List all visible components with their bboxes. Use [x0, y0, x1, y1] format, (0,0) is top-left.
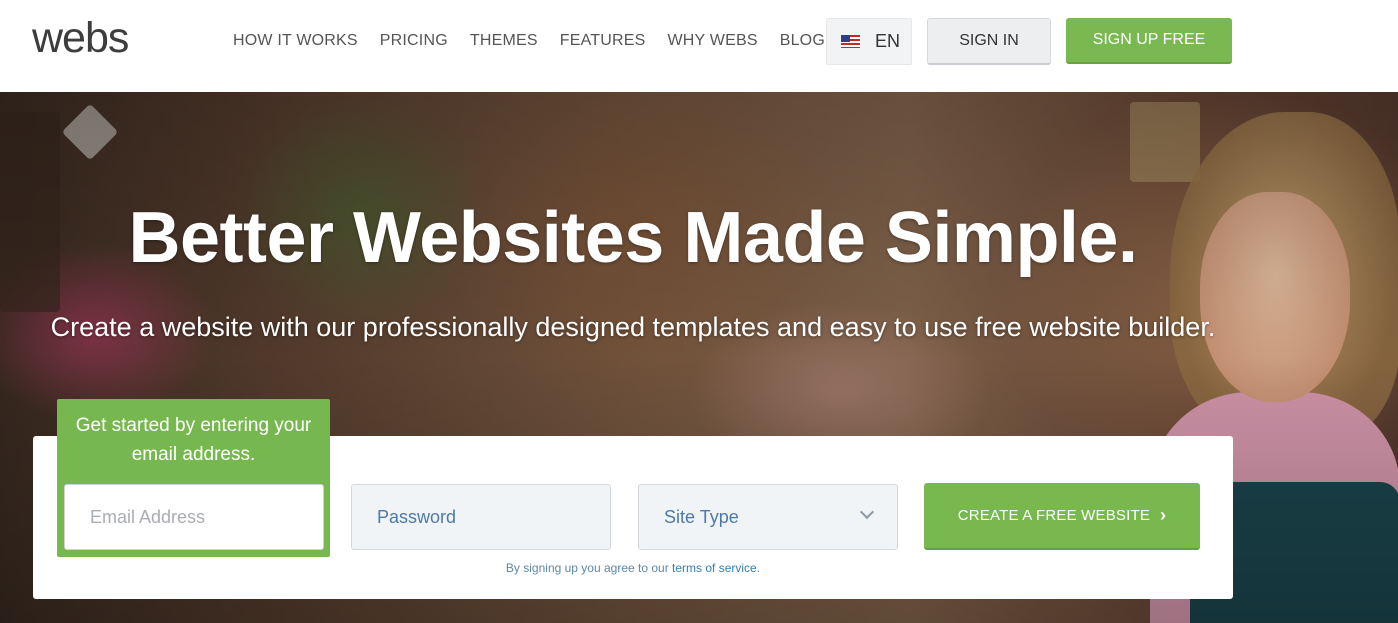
sign-up-free-button[interactable]: SIGN UP FREE — [1066, 18, 1232, 64]
nav-features[interactable]: FEATURES — [560, 32, 646, 50]
hero-banner: Better Websites Made Simple. Create a we… — [0, 92, 1398, 623]
password-placeholder: Password — [377, 506, 457, 527]
hero-subheadline: Create a website with our professionally… — [50, 312, 1216, 342]
terms-notice: By signing up you agree to our terms of … — [33, 561, 1233, 575]
terms-suffix: . — [756, 561, 761, 575]
create-free-website-button[interactable]: CREATE A FREE WEBSITE › — [924, 483, 1200, 550]
email-field[interactable]: Email Address — [64, 484, 324, 550]
email-placeholder: Email Address — [90, 506, 206, 527]
password-field[interactable]: Password — [351, 484, 611, 550]
create-button-label: CREATE A FREE WEBSITE — [957, 507, 1151, 524]
hero-headline: Better Websites Made Simple. — [128, 198, 1138, 278]
nav-pricing[interactable]: PRICING — [380, 32, 448, 50]
nav-blog[interactable]: BLOG — [780, 32, 825, 50]
language-selector[interactable]: EN — [826, 18, 912, 65]
chevron-down-icon — [859, 504, 875, 520]
sign-in-button[interactable]: SIGN IN — [927, 18, 1051, 65]
site-type-select[interactable]: Site Type — [638, 484, 898, 550]
nav-why-webs[interactable]: WHY WEBS — [668, 32, 758, 50]
site-type-value: Site Type — [664, 506, 739, 527]
signup-hint-text: Get started by entering your email addre… — [75, 415, 312, 465]
nav-themes[interactable]: THEMES — [470, 32, 538, 50]
us-flag-icon — [841, 35, 860, 48]
language-code: EN — [875, 31, 901, 51]
webs-logo[interactable]: webs — [32, 14, 129, 63]
nav-how-it-works[interactable]: HOW IT WORKS — [233, 32, 358, 50]
terms-of-service-link[interactable]: terms of service — [672, 561, 757, 575]
site-header: webs HOW IT WORKS PRICING THEMES FEATURE… — [0, 0, 1398, 92]
chevron-right-icon: › — [1160, 505, 1167, 525]
main-nav: HOW IT WORKS PRICING THEMES FEATURES WHY… — [233, 32, 847, 50]
terms-prefix: By signing up you agree to our — [505, 561, 673, 575]
